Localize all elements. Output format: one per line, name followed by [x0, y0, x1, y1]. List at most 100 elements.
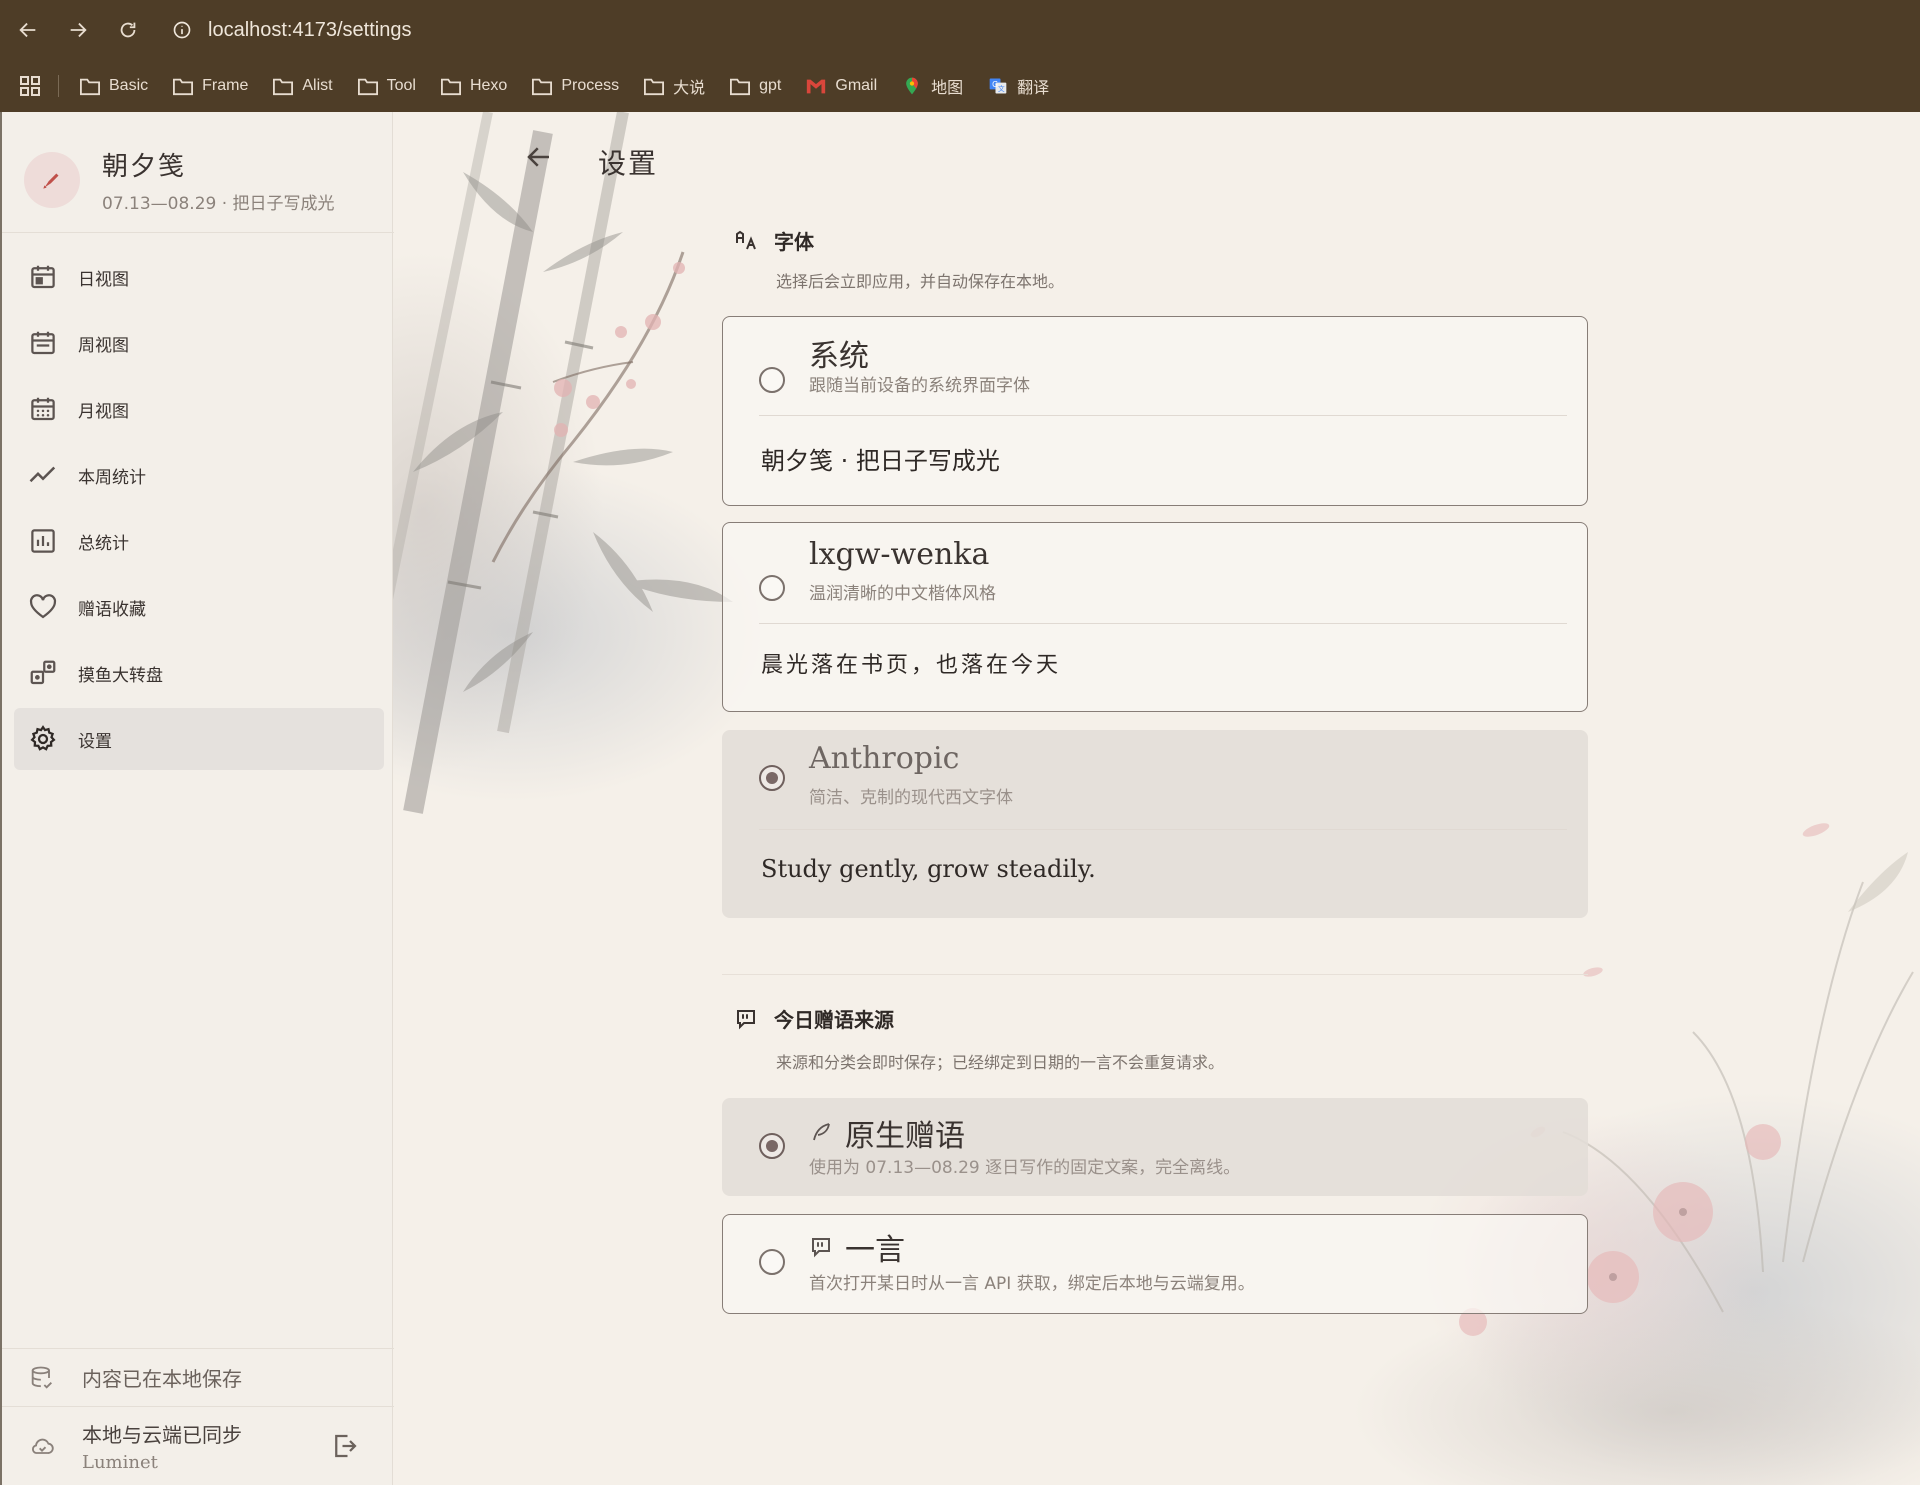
- sidebar-item-label: 设置: [78, 731, 112, 752]
- bookmarks-bar: Basic Frame Alist Tool Hexo Process 大说 gpt Gmail…: [0, 60, 1920, 112]
- quote-option-description: 首次打开某日时从一言 API 获取，绑定后本地与云端复用。: [809, 1274, 1255, 1294]
- dice-icon: [30, 660, 56, 685]
- bookmark-地图[interactable]: 地图: [901, 74, 963, 98]
- bar-chart-icon: [31, 529, 55, 553]
- app-viewport: 朝夕笺 07.13—08.29 · 把日子写成光 日视图 周视图 月视图 本周统…: [0, 112, 1920, 1485]
- quote-source-native[interactable]: 原生赠语 使用为 07.13—08.29 逐日写作的固定文案，完全离线。: [722, 1098, 1588, 1196]
- bookmark-label: Process: [561, 77, 620, 94]
- bookmark-frame[interactable]: Frame: [172, 76, 248, 96]
- sidebar-item-day-view[interactable]: 日视图: [14, 246, 384, 308]
- folder-icon: [272, 76, 294, 96]
- database-check-icon: [31, 1366, 52, 1389]
- quote-bubble-icon: [737, 1009, 755, 1029]
- sidebar-item-total-stats[interactable]: 总统计: [14, 510, 384, 572]
- bookmark-label: Frame: [202, 77, 249, 94]
- quote-option-title: 一言: [809, 1225, 905, 1269]
- font-option-name: lxgw-wenka: [809, 537, 990, 572]
- card-divider: [759, 415, 1567, 416]
- gmail-icon: [805, 76, 827, 96]
- folder-icon: [440, 76, 462, 96]
- back-arrow-icon[interactable]: [524, 142, 554, 172]
- brand-subtitle: 07.13—08.29 · 把日子写成光: [102, 194, 335, 214]
- card-divider: [759, 829, 1567, 830]
- bookmark-tool[interactable]: Tool: [357, 76, 416, 96]
- quote-section-title: 今日赠语来源: [774, 1008, 894, 1032]
- sidebar-item-month-view[interactable]: 月视图: [14, 378, 384, 440]
- sync-username: Luminet: [82, 1452, 158, 1473]
- sidebar-item-label: 日视图: [78, 269, 129, 290]
- quote-option-name: 原生赠语: [845, 1119, 965, 1154]
- apps-grid-icon[interactable]: [18, 74, 42, 98]
- reload-icon[interactable]: [112, 14, 144, 46]
- local-save-status: 内容已在本地保存: [2, 1348, 394, 1406]
- font-preview-text: Study gently, grow steadily.: [761, 855, 1096, 883]
- folder-icon: [79, 76, 101, 96]
- bookmark-大说[interactable]: 大说: [643, 74, 705, 98]
- sidebar-item-slacker-wheel[interactable]: 摸鱼大转盘: [14, 642, 384, 704]
- folder-icon: [531, 76, 553, 96]
- font-option-name: 系统: [809, 339, 869, 374]
- sidebar: 朝夕笺 07.13—08.29 · 把日子写成光 日视图 周视图 月视图 本周统…: [0, 112, 394, 1485]
- bookmark-gmail[interactable]: Gmail: [805, 76, 877, 96]
- font-preview-text: 朝夕笺 · 把日子写成光: [761, 447, 1000, 475]
- font-radio-lxgw-wenka[interactable]: [759, 575, 785, 601]
- calendar-month-icon: [31, 397, 55, 421]
- bookmark-label: Basic: [109, 77, 149, 94]
- bookmark-label: 翻译: [1017, 80, 1050, 97]
- folder-icon: [643, 76, 665, 96]
- forward-arrow-icon[interactable]: [62, 14, 94, 46]
- font-option-description: 跟随当前设备的系统界面字体: [809, 376, 1030, 396]
- folder-icon: [172, 76, 194, 96]
- page-title: 设置: [598, 147, 659, 180]
- sidebar-nav: 日视图 周视图 月视图 本周统计 总统计 赠语收藏 摸鱼大转盘 设置: [14, 246, 384, 774]
- brand-title: 朝夕笺: [102, 152, 187, 182]
- translate-icon: G文: [987, 76, 1009, 96]
- font-option-description: 简洁、克制的现代西文字体: [809, 788, 1013, 808]
- bookmark-label: Hexo: [469, 77, 508, 94]
- sidebar-item-quote-favorites[interactable]: 赠语收藏: [14, 576, 384, 638]
- sidebar-item-weekly-stats[interactable]: 本周统计: [14, 444, 384, 506]
- brand[interactable]: 朝夕笺 07.13—08.29 · 把日子写成光: [24, 146, 335, 214]
- svg-text:文: 文: [998, 84, 1005, 93]
- folder-icon: [729, 76, 751, 96]
- bookmark-label: Tool: [386, 77, 416, 94]
- cloud-sync-status: 本地与云端已同步 Luminet: [2, 1406, 394, 1485]
- card-divider: [759, 623, 1567, 624]
- quote-section-header: 今日赠语来源: [734, 1004, 894, 1033]
- back-arrow-icon[interactable]: [12, 14, 44, 46]
- font-radio-anthropic[interactable]: [759, 765, 785, 791]
- folder-icon: [357, 76, 379, 96]
- site-info-icon[interactable]: [172, 20, 192, 40]
- font-option-system[interactable]: 系统 跟随当前设备的系统界面字体 朝夕笺 · 把日子写成光: [722, 316, 1588, 506]
- quote-source-hitokoto[interactable]: 一言 首次打开某日时从一言 API 获取，绑定后本地与云端复用。: [722, 1214, 1588, 1314]
- sync-status-text: 本地与云端已同步: [82, 1423, 242, 1447]
- feather-icon: [813, 1123, 830, 1141]
- bookmark-gpt[interactable]: gpt: [729, 76, 781, 96]
- bookmark-翻译[interactable]: G 文翻译: [987, 74, 1049, 98]
- font-section-description: 选择后会立即应用，并自动保存在本地。: [776, 272, 1065, 291]
- address-bar[interactable]: localhost:4173/settings: [172, 19, 411, 42]
- bookmark-label: 地图: [931, 80, 964, 97]
- font-radio-system[interactable]: [759, 367, 785, 393]
- font-section-title: 字体: [774, 230, 814, 254]
- bookmark-label: Gmail: [835, 77, 878, 94]
- font-size-icon: [736, 230, 756, 249]
- bookmark-alist[interactable]: Alist: [272, 76, 333, 96]
- quote-radio-native[interactable]: [759, 1133, 785, 1159]
- bookmark-hexo[interactable]: Hexo: [440, 76, 507, 96]
- url-text[interactable]: localhost:4173/settings: [208, 19, 411, 42]
- sidebar-item-label: 赠语收藏: [78, 599, 146, 620]
- bookmark-process[interactable]: Process: [531, 76, 619, 96]
- quote-radio-hitokoto[interactable]: [759, 1249, 785, 1275]
- font-option-description: 温润清晰的中文楷体风格: [809, 584, 996, 604]
- font-option-name: Anthropic: [809, 741, 960, 776]
- heart-icon: [29, 594, 57, 619]
- sidebar-item-label: 摸鱼大转盘: [78, 665, 163, 686]
- sidebar-item-week-view[interactable]: 周视图: [14, 312, 384, 374]
- bookmark-basic[interactable]: Basic: [79, 76, 148, 96]
- font-option-lxgw-wenka[interactable]: lxgw-wenka 温润清晰的中文楷体风格 晨光落在书页，也落在今天: [722, 522, 1588, 712]
- logout-icon[interactable]: [330, 1431, 360, 1461]
- font-option-anthropic[interactable]: Anthropic 简洁、克制的现代西文字体 Study gently, gro…: [722, 730, 1588, 918]
- quote-option-description: 使用为 07.13—08.29 逐日写作的固定文案，完全离线。: [809, 1158, 1241, 1178]
- sidebar-item-settings[interactable]: 设置: [14, 708, 384, 770]
